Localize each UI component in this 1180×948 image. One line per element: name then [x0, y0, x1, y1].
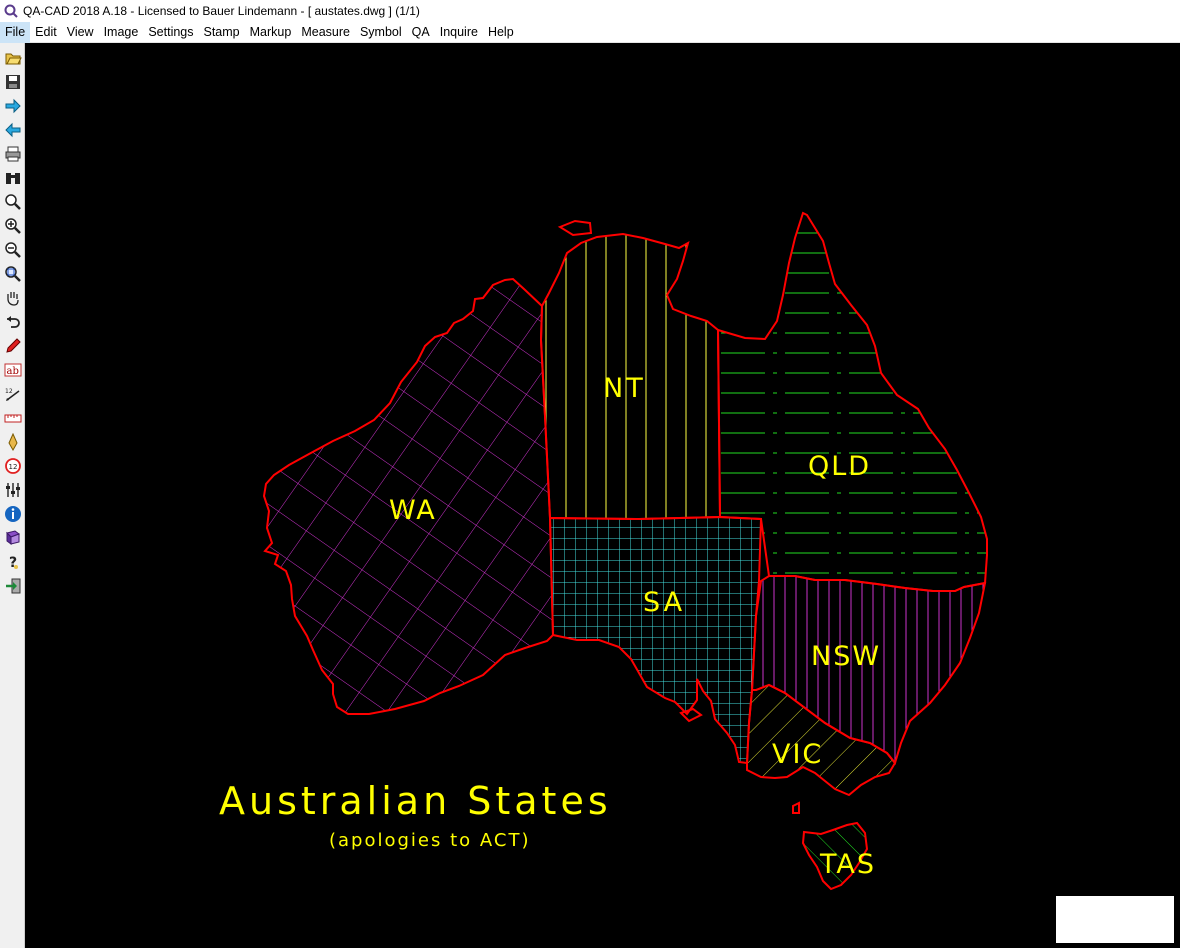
menu-help[interactable]: Help	[483, 22, 519, 43]
drawing-canvas[interactable]: WA NT SA QLD NSW VIC TAS Australian Stat…	[25, 43, 1180, 948]
vertical-toolbar: ab 12 12 ?	[0, 43, 25, 948]
state-label-qld: QLD	[808, 451, 871, 482]
state-label-vic: VIC	[772, 739, 823, 770]
menu-view[interactable]: View	[62, 22, 99, 43]
open-folder-icon[interactable]	[2, 47, 23, 68]
state-label-tas: TAS	[819, 849, 876, 880]
pencil-icon[interactable]	[2, 335, 23, 356]
menu-measure[interactable]: Measure	[296, 22, 355, 43]
qa-cad-app-icon[interactable]	[3, 3, 19, 19]
menu-markup[interactable]: Markup	[245, 22, 297, 43]
pan-hand-icon[interactable]	[2, 287, 23, 308]
menu-qa[interactable]: QA	[407, 22, 435, 43]
book-icon[interactable]	[2, 527, 23, 548]
state-label-sa: SA	[643, 587, 685, 618]
balloon-number-icon[interactable]: 12	[2, 455, 23, 476]
binoculars-icon[interactable]	[2, 167, 23, 188]
menu-edit[interactable]: Edit	[30, 22, 62, 43]
bass-strait-island-outline	[792, 801, 800, 814]
zoom-out-icon[interactable]	[2, 239, 23, 260]
menu-symbol[interactable]: Symbol	[355, 22, 407, 43]
undo-icon[interactable]	[2, 311, 23, 332]
next-arrow-icon[interactable]	[2, 95, 23, 116]
state-sa-region	[548, 515, 763, 765]
svg-text:12: 12	[5, 388, 13, 395]
help-question-icon[interactable]: ?	[2, 551, 23, 572]
menu-file[interactable]: File	[0, 21, 31, 43]
tiwi-island-outline	[557, 219, 593, 237]
layers-icon[interactable]	[2, 479, 23, 500]
svg-text:ab: ab	[6, 366, 18, 377]
ruler-icon[interactable]	[2, 407, 23, 428]
svg-text:12: 12	[8, 463, 17, 471]
menu-inquire[interactable]: Inquire	[435, 22, 483, 43]
drawing-subtitle: (apologies to ACT)	[329, 830, 530, 851]
pen-tip-icon[interactable]	[2, 431, 23, 452]
menu-settings[interactable]: Settings	[143, 22, 198, 43]
save-icon[interactable]	[2, 71, 23, 92]
drawing-title: Australian States	[219, 779, 612, 823]
state-label-nt: NT	[603, 373, 646, 404]
previous-arrow-icon[interactable]	[2, 119, 23, 140]
menu-bar: File Edit View Image Settings Stamp Mark…	[0, 21, 1180, 43]
title-bar: QA-CAD 2018 A.18 - Licensed to Bauer Lin…	[0, 0, 1180, 22]
zoom-icon[interactable]	[2, 191, 23, 212]
window-title: QA-CAD 2018 A.18 - Licensed to Bauer Lin…	[23, 4, 420, 18]
australia-map-drawing: WA NT SA QLD NSW VIC TAS Australian Stat…	[219, 211, 988, 891]
menu-image[interactable]: Image	[99, 22, 144, 43]
print-icon[interactable]	[2, 143, 23, 164]
zoom-in-icon[interactable]	[2, 215, 23, 236]
corner-white-box	[1056, 896, 1174, 943]
state-label-nsw: NSW	[811, 641, 881, 672]
exit-icon[interactable]	[2, 575, 23, 596]
info-icon[interactable]	[2, 503, 23, 524]
text-ab-icon[interactable]: ab	[2, 359, 23, 380]
zoom-window-icon[interactable]	[2, 263, 23, 284]
menu-stamp[interactable]: Stamp	[199, 22, 245, 43]
dimension-icon[interactable]: 12	[2, 383, 23, 404]
state-label-wa: WA	[389, 495, 437, 526]
